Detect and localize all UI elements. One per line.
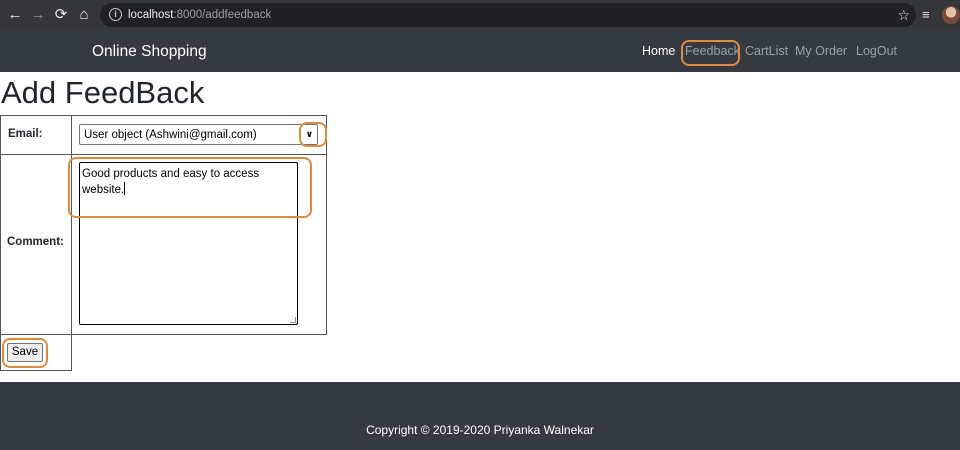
media-queue-icon[interactable]: ≡ [922, 6, 936, 24]
annotation-dropdown [299, 122, 327, 147]
annotation-feedback [681, 40, 740, 66]
url-text: localhost:8000/addfeedback [128, 8, 271, 22]
resize-handle-icon[interactable] [290, 317, 296, 323]
url-host: localhost [128, 9, 174, 21]
email-selected-value: User object (Ashwini@gmail.com) [84, 129, 257, 141]
site-info-icon[interactable]: i [109, 8, 122, 21]
comment-label: Comment: [7, 236, 64, 248]
profile-avatar[interactable] [942, 6, 960, 24]
url-path: :8000/addfeedback [173, 9, 272, 21]
back-arrow-icon[interactable]: ← [5, 5, 25, 25]
nav-logout[interactable]: LogOut [856, 43, 897, 59]
email-label: Email: [8, 128, 43, 140]
brand-link[interactable]: Online Shopping [92, 42, 207, 62]
email-select[interactable]: User object (Ashwini@gmail.com) ∨ [79, 124, 318, 145]
copyright-text: Copyright © 2019-2020 Priyanka Walnekar [366, 423, 594, 437]
annotation-save [2, 338, 48, 368]
reload-icon[interactable]: ⟳ [51, 5, 71, 25]
address-bar[interactable]: i localhost:8000/addfeedback ☆ [100, 3, 916, 27]
page-title: Add FeedBack [1, 75, 205, 110]
browser-toolbar: ← → ⟳ ⌂ i localhost:8000/addfeedback ☆ ≡ [0, 0, 960, 30]
annotation-comment [68, 157, 312, 218]
nav-cartlist[interactable]: CartList [745, 43, 788, 59]
nav-my-order[interactable]: My Order [795, 43, 847, 59]
forward-arrow-icon[interactable]: → [28, 5, 48, 25]
nav-home[interactable]: Home [642, 43, 675, 59]
site-footer: Copyright © 2019-2020 Priyanka Walnekar [0, 382, 960, 450]
home-icon[interactable]: ⌂ [74, 5, 94, 25]
site-navbar: Online Shopping Home Feedback CartList M… [0, 30, 960, 72]
bookmark-star-icon[interactable]: ☆ [897, 6, 910, 24]
